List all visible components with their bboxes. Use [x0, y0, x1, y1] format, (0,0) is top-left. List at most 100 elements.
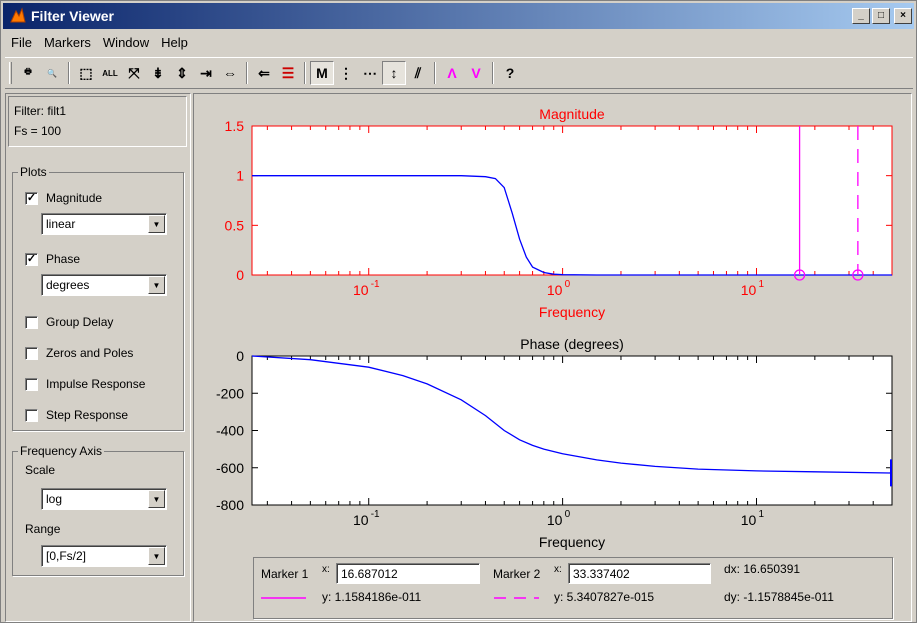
plots-group-title: Plots [18, 165, 49, 179]
menu-file[interactable]: File [5, 35, 38, 50]
magnitude-ytick-label: 0.5 [225, 217, 245, 233]
line-style-icon: ☰ [281, 64, 295, 81]
group-delay-label: Group Delay [46, 315, 114, 329]
frequency-axis-group: Frequency Axis Scale log ▼ Range [0,Fs/2… [12, 444, 184, 576]
magnitude-xtick-exponent: 0 [565, 279, 571, 290]
marker2-line-swatch [494, 597, 539, 599]
phase-ytick-label: -200 [216, 385, 244, 401]
menu-markers[interactable]: Markers [38, 35, 97, 50]
step-response-checkbox-row[interactable]: Step Response [25, 408, 128, 422]
magnitude-scale-value: linear [46, 217, 76, 231]
zoom-y-out-button[interactable]: ⇕ [170, 61, 194, 85]
zoom-y-out-icon: ⇕ [176, 64, 188, 81]
marker2-x-field[interactable] [568, 563, 711, 584]
scale-label: Scale [25, 463, 56, 477]
group-delay-checkbox[interactable] [25, 315, 38, 329]
whats-this-help-icon: ? [505, 65, 515, 81]
phase-xtick-label: 10 [547, 512, 563, 528]
zoom-out-icon: ⤧ [128, 64, 140, 81]
frequency-scale-select[interactable]: log ▼ [41, 488, 167, 510]
filter-info-box: Filter: filt1 Fs = 100 [8, 96, 187, 147]
phase-xtick-exponent: 0 [565, 509, 571, 520]
magnitude-chart: Magnitude00.511.510 -1 10 0 10 1Frequency [225, 106, 893, 320]
magnitude-ytick-label: 0 [236, 267, 244, 283]
horizontal-markers-button[interactable]: ⋯ [358, 61, 382, 85]
phase-ytick-label: -800 [216, 497, 244, 513]
maximize-icon: □ [877, 10, 885, 21]
zoom-y-in-icon: ⇟ [152, 64, 164, 81]
zoom-y-in-button[interactable]: ⇟ [146, 61, 170, 85]
zoom-x-in-button[interactable]: ⇥ [194, 61, 218, 85]
zoom-x-out-button[interactable]: ⇔ [218, 61, 242, 85]
chevron-down-icon[interactable]: ▼ [148, 490, 165, 508]
toolbar: 🖶 🔍 ⬚ ALL ⤧ ⇟ ⇕ ⇥ ⇔ ⇐ ☰ M ⋮ ⋯ ↕ ⫽ Λ V? [5, 57, 913, 89]
zoom-box-button[interactable]: ⬚ [74, 61, 98, 85]
toolbar-grip[interactable] [9, 62, 12, 84]
menu-help[interactable]: Help [155, 35, 194, 50]
slope-marker-button[interactable]: ⫽ [406, 61, 430, 85]
magnitude-checkbox-row[interactable]: ✓ Magnitude [25, 191, 102, 205]
impulse-response-checkbox[interactable] [25, 377, 38, 391]
phase-checkbox-label: Phase [46, 252, 81, 266]
phase-ytick-label: -600 [216, 460, 244, 476]
zoom-out-button[interactable]: ⤧ [122, 61, 146, 85]
magnitude-checkbox-label: Magnitude [46, 191, 103, 205]
phase-xtick-label: 10 [741, 512, 757, 528]
phase-chart-title: Phase (degrees) [520, 336, 624, 352]
print-button[interactable]: 🖶 [16, 61, 40, 85]
close-button[interactable]: × [894, 8, 912, 24]
chevron-down-icon[interactable]: ▼ [148, 215, 165, 233]
zeros-poles-checkbox-row[interactable]: Zeros and Poles [25, 346, 133, 360]
phase-checkbox-row[interactable]: ✓ Phase [25, 252, 80, 266]
phase-chart: Phase (degrees)0-200-400-600-80010 -1 10 0 1… [216, 336, 893, 550]
whats-this-help-button[interactable]: ? [498, 61, 522, 85]
phase-axes-box [251, 355, 893, 506]
marker-dx-readout: dx: 16.650391 [724, 562, 801, 576]
zeros-poles-label: Zeros and Poles [46, 346, 134, 360]
step-response-checkbox[interactable] [25, 408, 38, 422]
print-preview-button[interactable]: 🔍 [40, 61, 64, 85]
phase-xtick-exponent: 1 [758, 509, 764, 520]
magnitude-scale-select[interactable]: linear ▼ [41, 213, 167, 235]
impulse-response-checkbox-row[interactable]: Impulse Response [25, 377, 145, 391]
line-style-button[interactable]: ☰ [276, 61, 300, 85]
phase-checkbox[interactable]: ✓ [25, 252, 38, 266]
marker1-x-field[interactable] [336, 563, 480, 584]
filter-viewer-window: Filter Viewer _ □ × File Markers Window Hel… [0, 0, 917, 623]
pass-band-button[interactable]: ⇐ [252, 61, 276, 85]
menu-bar: File Markers Window Help [5, 31, 194, 53]
title-bar[interactable]: Filter Viewer _ □ × [3, 3, 914, 29]
valleys-icon: V [471, 65, 481, 81]
print-preview-icon: 🔍 [47, 68, 57, 78]
phase-ytick-label: 0 [236, 348, 244, 364]
zoom-x-in-icon: ⇥ [200, 64, 212, 81]
frequency-range-select[interactable]: [0,Fs/2] ▼ [41, 545, 167, 567]
magnitude-checkbox[interactable]: ✓ [25, 191, 38, 205]
horizontal-markers-icon: ⋯ [363, 64, 377, 81]
sampling-frequency-label: Fs = 100 [14, 124, 62, 138]
phase-units-select[interactable]: degrees ▼ [41, 274, 167, 296]
minimize-button[interactable]: _ [852, 8, 870, 24]
zeros-poles-checkbox[interactable] [25, 346, 38, 360]
markers-on-button[interactable]: M [310, 61, 334, 85]
marker1-y-readout: y: 1.1584186e-011 [322, 590, 422, 604]
vertical-markers-button[interactable]: ⋮ [334, 61, 358, 85]
group-delay-checkbox-row[interactable]: Group Delay [25, 315, 113, 329]
menu-window[interactable]: Window [97, 35, 155, 50]
peaks-button[interactable]: Λ [440, 61, 464, 85]
marker-readout-panel: Marker 1 x: Marker 2 x: dx: 16.650391 y:… [253, 557, 893, 619]
window-title: Filter Viewer [31, 8, 115, 24]
matlab-app-icon [10, 7, 26, 23]
chevron-down-icon[interactable]: ▼ [148, 547, 165, 565]
maximize-button[interactable]: □ [872, 8, 890, 24]
filter-name-label: Filter: filt1 [14, 104, 67, 118]
zoom-all-button[interactable]: ALL [98, 61, 122, 85]
track-marker-button[interactable]: ↕ [382, 61, 406, 85]
magnitude-ytick-label: 1 [236, 168, 244, 184]
valleys-button[interactable]: V [464, 61, 488, 85]
toolbar-separator [304, 62, 306, 84]
marker-dy-readout: dy: -1.1578845e-011 [724, 590, 834, 604]
filter-settings-panel: Filter: filt1 Fs = 100 Plots ✓ Magnitude… [5, 93, 191, 622]
chevron-down-icon[interactable]: ▼ [148, 276, 165, 294]
marker1-line-swatch [261, 597, 306, 599]
